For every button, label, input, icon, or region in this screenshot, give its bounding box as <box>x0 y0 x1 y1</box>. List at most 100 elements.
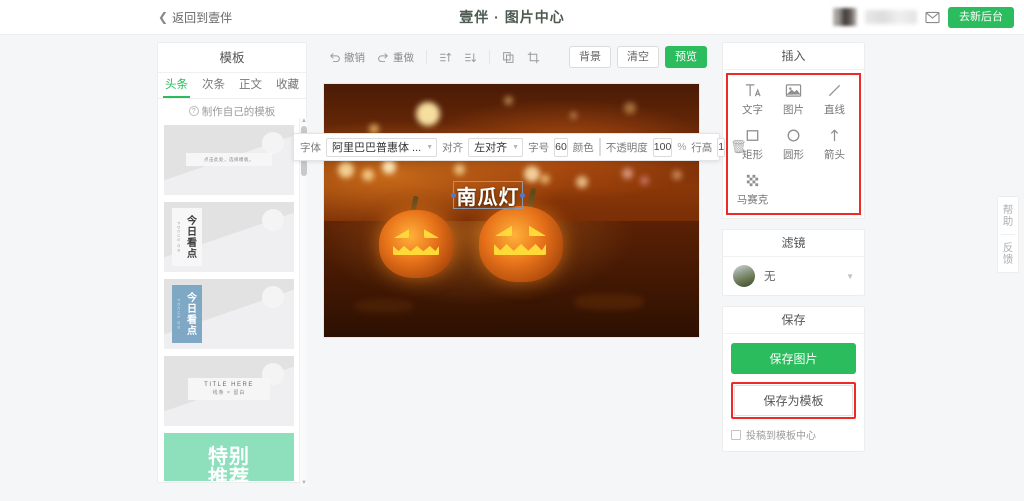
template-list-scrollbar[interactable]: ▲ ▼ <box>299 118 307 486</box>
insert-line-button[interactable]: 直线 <box>814 82 855 117</box>
font-size-label: 字号 <box>528 141 550 154</box>
card-text-line2: 推荐 <box>208 467 250 482</box>
color-swatch[interactable] <box>598 138 601 156</box>
bokeh-light <box>570 112 577 119</box>
insert-mosaic-button[interactable]: 马赛克 <box>732 172 773 207</box>
resize-handle-left[interactable] <box>451 192 456 198</box>
app-root: ❮ 返回到壹伴 壹伴 · 图片中心 去新后台 模板 头条 次条 正文 收藏 ? <box>0 0 1024 501</box>
canvas-toolbar-right: 背景 清空 预览 <box>569 45 707 69</box>
submit-to-center-label: 投稿到模板中心 <box>746 431 816 442</box>
insert-arrow-label: 箭头 <box>824 149 845 161</box>
preview-button[interactable]: 预览 <box>665 45 707 69</box>
pumpkin-photo <box>324 84 699 337</box>
bokeh-light <box>338 162 354 178</box>
arrow-up-icon <box>826 127 843 144</box>
line-height-label: 行高 <box>691 141 713 154</box>
undo-label: 撤销 <box>344 51 365 64</box>
text-align-value: 左对齐 <box>474 142 508 154</box>
undo-button[interactable]: 撤销 <box>323 48 370 67</box>
trash-icon[interactable]: 🗑 <box>730 139 747 155</box>
save-template-highlight-box: 保存为模板 <box>731 382 856 419</box>
bokeh-light <box>362 169 374 181</box>
card-cn-text: 今日看点 <box>184 292 196 336</box>
template-card-focus-blue[interactable]: FOCUS ON 今日看点 <box>164 279 294 349</box>
crop-button[interactable] <box>522 49 545 66</box>
filter-thumbnail <box>733 265 755 287</box>
avatar[interactable] <box>833 8 857 26</box>
redo-icon <box>377 51 390 64</box>
copy-icon <box>502 51 515 64</box>
go-new-backend-button[interactable]: 去新后台 <box>948 6 1014 28</box>
text-icon <box>744 82 761 99</box>
template-card-title-here[interactable]: TITLE HERE 线条 × 留白 <box>164 356 294 426</box>
pumpkin-left <box>379 210 454 278</box>
checkbox-box[interactable] <box>731 429 741 440</box>
card-vertical-title: FOCUS ON 今日看点 <box>172 208 202 266</box>
color-label: 颜色 <box>572 141 594 154</box>
mail-icon[interactable] <box>925 11 940 24</box>
card-text-line1: 特别 <box>208 446 250 468</box>
tab-citiao[interactable]: 次条 <box>195 73 232 98</box>
scroll-down-arrow-icon[interactable]: ▼ <box>301 480 307 486</box>
bokeh-light <box>640 176 649 185</box>
bokeh-light <box>416 102 440 126</box>
insert-line-label: 直线 <box>824 104 845 116</box>
text-align-select[interactable]: 左对齐 ▼ <box>468 137 524 157</box>
line-icon <box>826 82 843 99</box>
background-button[interactable]: 背景 <box>569 45 611 69</box>
tab-toutiao[interactable]: 头条 <box>158 73 195 98</box>
copy-button[interactable] <box>497 49 520 66</box>
bokeh-light <box>624 102 636 114</box>
font-label: 字体 <box>300 141 321 154</box>
submit-to-center-checkbox[interactable]: 投稿到模板中心 <box>731 427 856 442</box>
insert-card: 插入 文字 图片 直线 矩形 圆形 箭头 马赛克 <box>722 42 865 219</box>
template-tabs: 头条 次条 正文 收藏 <box>158 73 306 99</box>
scroll-up-arrow-icon[interactable]: ▲ <box>301 118 307 124</box>
filter-card: 滤镜 无 ▼ <box>722 229 865 296</box>
tab-shoucang[interactable]: 收藏 <box>269 73 306 98</box>
template-card-banner[interactable]: 点击此处，选择模板。 <box>164 125 294 195</box>
bokeh-light <box>454 164 465 175</box>
chevron-down-icon: ▼ <box>846 271 854 281</box>
save-image-button[interactable]: 保存图片 <box>731 343 856 374</box>
template-card-focus-light[interactable]: FOCUS ON 今日看点 <box>164 202 294 272</box>
redo-button[interactable]: 重做 <box>372 48 419 67</box>
image-canvas[interactable]: 南瓜灯 <box>324 84 699 337</box>
layer-up-icon <box>439 51 452 64</box>
insert-arrow-button[interactable]: 箭头 <box>814 127 855 162</box>
insert-circle-button[interactable]: 圆形 <box>773 127 814 162</box>
layer-down-icon <box>464 51 477 64</box>
send-backward-button[interactable] <box>459 49 482 66</box>
text-properties-toolbar: 字体 阿里巴巴普惠体 ... ▼ 对齐 左对齐 ▼ 字号 60 颜色 不透明度 … <box>293 133 747 161</box>
selected-text-object[interactable]: 南瓜灯 <box>451 181 525 209</box>
app-header: ❮ 返回到壹伴 壹伴 · 图片中心 去新后台 <box>0 0 1024 35</box>
card-circle-deco <box>262 209 284 231</box>
resize-handle-right[interactable] <box>520 192 525 198</box>
bring-forward-button[interactable] <box>434 49 457 66</box>
make-own-template-link[interactable]: ? 制作自己的模板 <box>158 99 306 123</box>
card-cn-text: 今日看点 <box>184 215 196 259</box>
insert-text-button[interactable]: 文字 <box>732 82 773 117</box>
canvas-toolbar: 撤销 重做 背景 清空 预览 <box>315 42 715 72</box>
clear-button[interactable]: 清空 <box>617 45 659 69</box>
pumpkin-right <box>479 206 563 282</box>
help-tab[interactable]: 帮助 <box>1001 197 1016 234</box>
mosaic-icon <box>744 172 761 189</box>
align-label: 对齐 <box>442 141 464 154</box>
filter-title: 滤镜 <box>723 230 864 257</box>
feedback-tab[interactable]: 反馈 <box>1001 235 1016 272</box>
font-size-input[interactable]: 60 <box>554 137 568 157</box>
filter-select[interactable]: 无 ▼ <box>723 257 864 295</box>
save-as-template-button[interactable]: 保存为模板 <box>734 385 853 416</box>
font-family-select[interactable]: 阿里巴巴普惠体 ... ▼ <box>326 137 438 157</box>
bokeh-light <box>622 168 633 179</box>
opacity-input[interactable]: 100 <box>652 137 673 157</box>
canvas-text-label: 南瓜灯 <box>456 186 520 209</box>
insert-image-button[interactable]: 图片 <box>773 82 814 117</box>
tab-zhengwen[interactable]: 正文 <box>232 73 269 98</box>
bokeh-light <box>672 170 682 180</box>
opacity-label: 不透明度 <box>605 141 648 154</box>
template-card-special-recommend[interactable]: 特别 推荐 <box>164 433 294 481</box>
line-height-input[interactable]: 1 <box>717 137 726 157</box>
right-panel: 插入 文字 图片 直线 矩形 圆形 箭头 马赛克 滤镜 无 ▼ 保存 保存图片 … <box>722 42 865 462</box>
